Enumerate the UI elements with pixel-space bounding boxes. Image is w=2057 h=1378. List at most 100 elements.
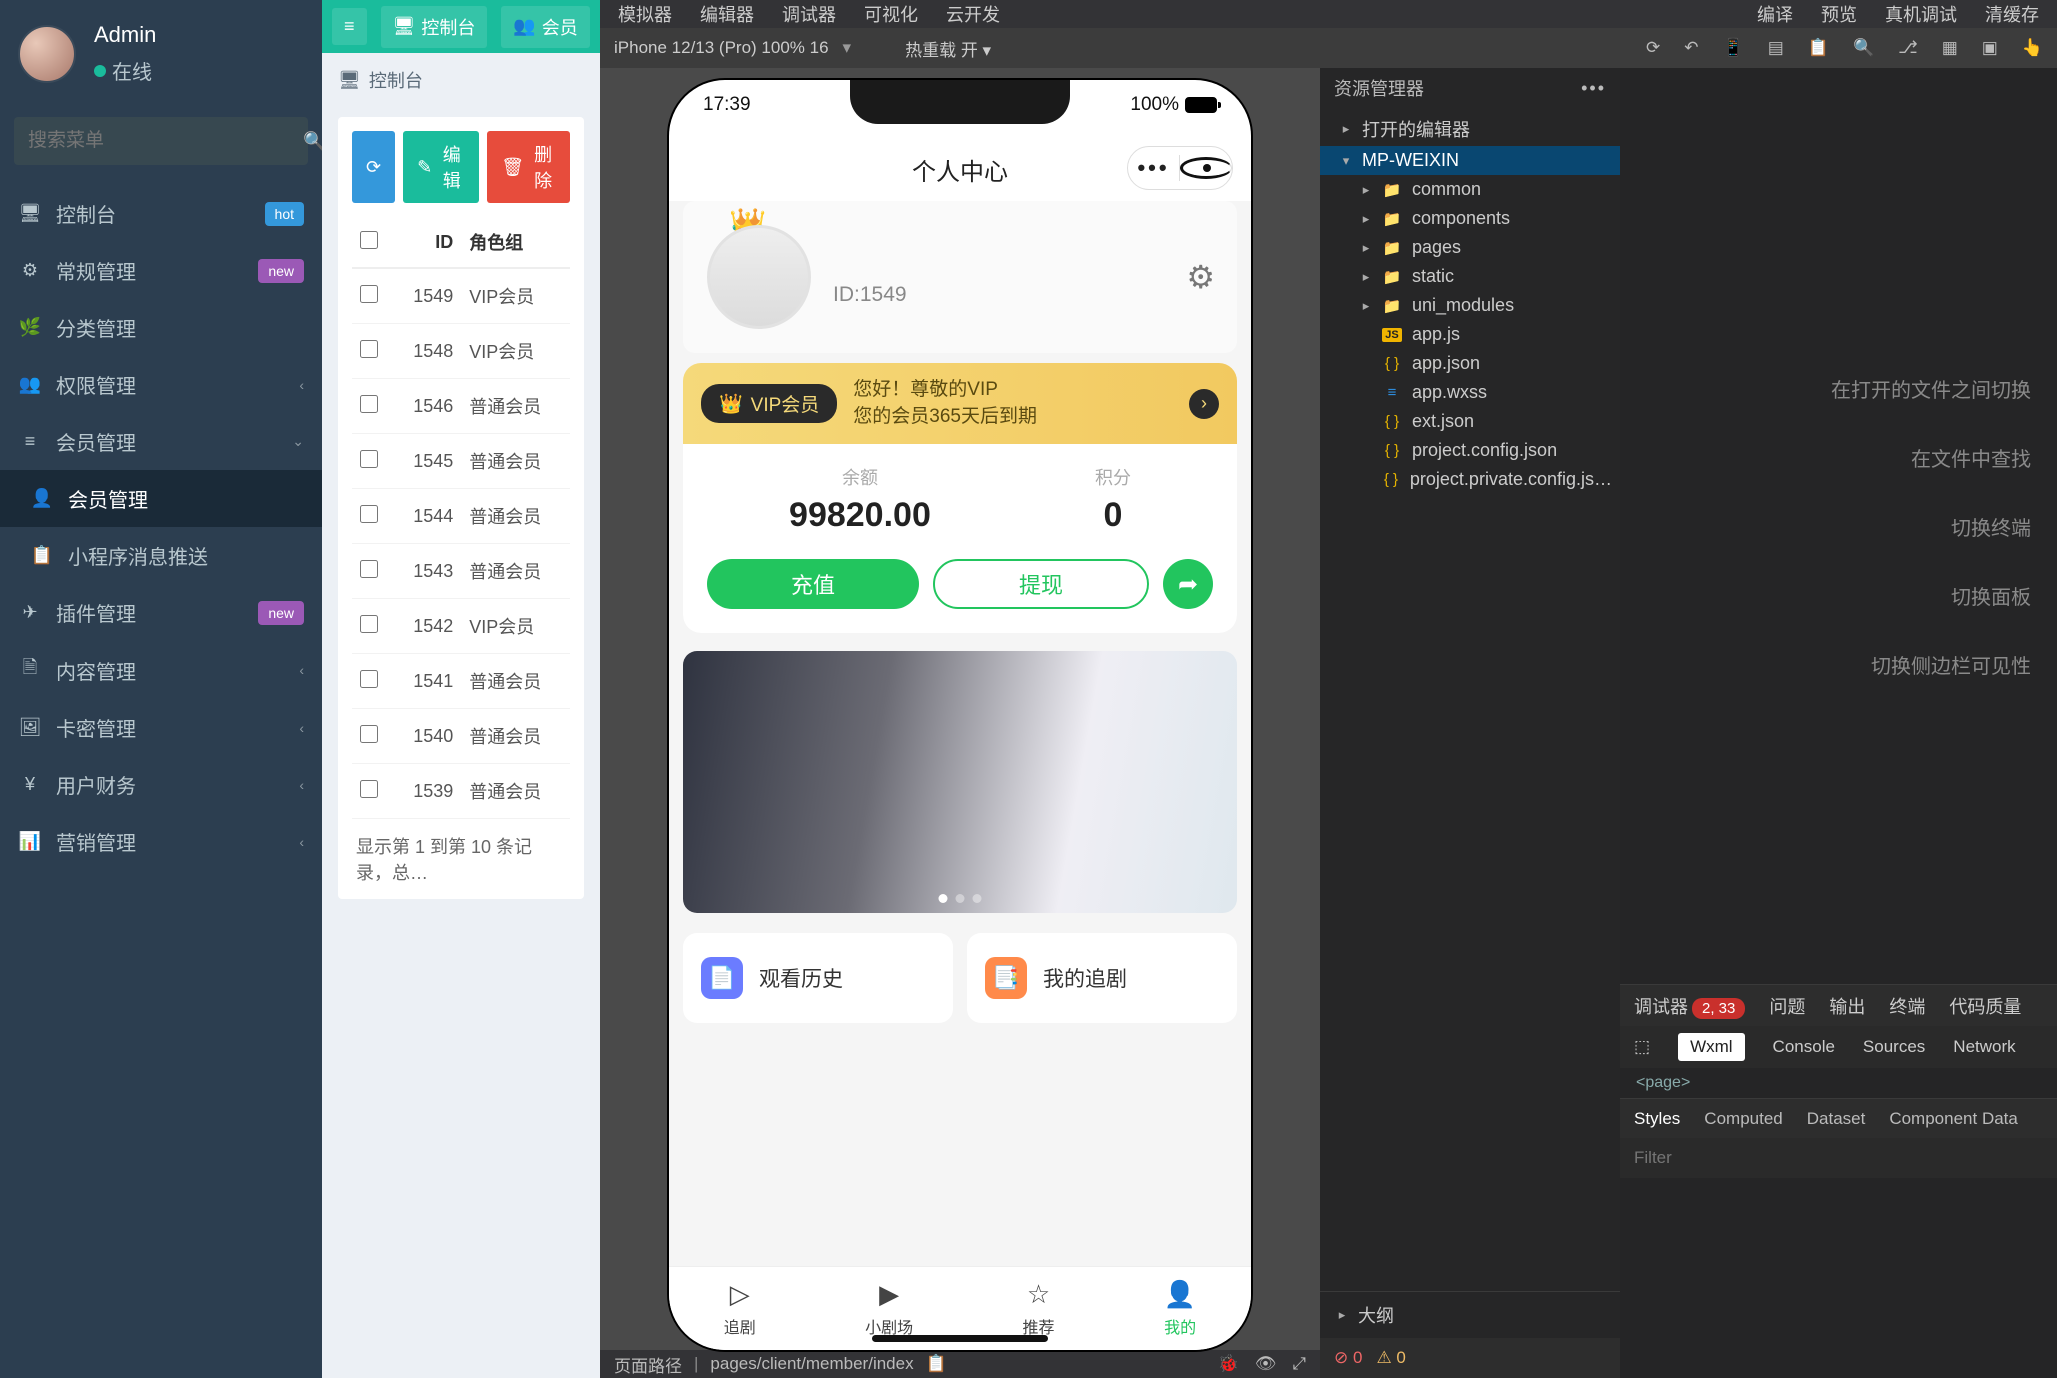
recharge-button[interactable]: 充值 xyxy=(707,559,919,609)
sidebar-item[interactable]: 👤会员管理 xyxy=(0,470,322,527)
edit-button[interactable]: ✎ 编辑 xyxy=(403,131,479,203)
menu-visual[interactable]: 可视化 xyxy=(864,0,918,27)
back-icon[interactable]: ↶ xyxy=(1684,38,1698,58)
withdraw-button[interactable]: 提现 xyxy=(933,559,1149,609)
tile-follow[interactable]: 📑我的追剧 xyxy=(967,933,1237,1023)
outline-section[interactable]: ▸大纲 xyxy=(1320,1291,1620,1338)
tab-dashboard[interactable]: 🖥 控制台 xyxy=(381,6,488,48)
table-row[interactable]: 1548VIP会员 xyxy=(352,324,570,379)
folder-static[interactable]: ▸📁static xyxy=(1320,262,1620,291)
tab-debugger[interactable]: 调试器2, 33 xyxy=(1634,993,1745,1019)
col-id[interactable]: ID xyxy=(392,217,461,268)
capsule-close-icon[interactable] xyxy=(1180,157,1232,179)
table-row[interactable]: 1541普通会员 xyxy=(352,654,570,709)
grid-icon[interactable]: ▦ xyxy=(1942,38,1958,58)
menu-simulator[interactable]: 模拟器 xyxy=(618,0,672,27)
sidebar-item[interactable]: 🖼卡密管理‹ xyxy=(0,699,322,756)
file-ext-json[interactable]: { }ext.json xyxy=(1320,407,1620,436)
file-project-private[interactable]: { }project.private.config.js… xyxy=(1320,465,1620,494)
bug-icon[interactable]: 🐞 xyxy=(1218,1354,1239,1374)
styles-filter-input[interactable] xyxy=(1620,1138,2057,1178)
sidebar-item[interactable]: ✈插件管理new xyxy=(0,584,322,641)
menu-real-device[interactable]: 真机调试 xyxy=(1885,0,1957,27)
refresh-button[interactable]: ⟳ xyxy=(352,131,395,203)
tab-item[interactable]: 👤我的 xyxy=(1164,1279,1196,1338)
tab-member[interactable]: 👥 会员 xyxy=(501,6,589,48)
hot-reload[interactable]: 热重载 开 ▾ xyxy=(905,36,991,61)
table-row[interactable]: 1543普通会员 xyxy=(352,544,570,599)
sidebar-item[interactable]: 📊营销管理‹ xyxy=(0,813,322,870)
sidebar-item[interactable]: ⚙常规管理new xyxy=(0,242,322,299)
delete-button[interactable]: 🗑 删除 xyxy=(487,131,570,203)
menu-search[interactable]: 🔍 xyxy=(14,117,308,165)
row-checkbox[interactable] xyxy=(360,395,378,413)
share-icon[interactable]: ➦ xyxy=(1163,559,1213,609)
file-project-config[interactable]: { }project.config.json xyxy=(1320,436,1620,465)
menu-compile[interactable]: 编译 xyxy=(1757,0,1793,27)
tab-item[interactable]: ▶小剧场 xyxy=(865,1279,913,1338)
tab-computed[interactable]: Computed xyxy=(1704,1109,1782,1129)
phone-icon[interactable]: 📱 xyxy=(1723,38,1744,58)
row-checkbox[interactable] xyxy=(360,615,378,633)
layout-icon[interactable]: ▤ xyxy=(1768,38,1784,58)
tab-code-quality[interactable]: 代码质量 xyxy=(1949,993,2021,1019)
search-ide-icon[interactable]: 🔍 xyxy=(1853,38,1874,58)
tab-console[interactable]: Console xyxy=(1773,1037,1835,1057)
sidebar-item[interactable]: ≡会员管理⌄ xyxy=(0,413,322,470)
row-checkbox[interactable] xyxy=(360,560,378,578)
menu-editor[interactable]: 编辑器 xyxy=(700,0,754,27)
sidebar-item[interactable]: 🌿分类管理 xyxy=(0,299,322,356)
tab-terminal[interactable]: 终端 xyxy=(1889,993,1925,1019)
banner[interactable] xyxy=(683,651,1237,913)
menu-cloud[interactable]: 云开发 xyxy=(946,0,1000,27)
warn-count-icon[interactable]: ⚠ 0 xyxy=(1376,1348,1405,1368)
user-avatar[interactable] xyxy=(707,225,811,329)
vip-bar[interactable]: 👑 VIP会员 您好！尊敬的VIP 您的会员365天后到期 › xyxy=(683,363,1237,444)
sidebar-item[interactable]: ¥用户财务‹ xyxy=(0,756,322,813)
folder-uni-modules[interactable]: ▸📁uni_modules xyxy=(1320,291,1620,320)
tab-wxml[interactable]: Wxml xyxy=(1678,1033,1744,1061)
copy-path-icon[interactable]: 📋 xyxy=(926,1354,947,1374)
copy-icon[interactable]: 📋 xyxy=(1808,38,1829,58)
col-role[interactable]: 角色组 xyxy=(461,217,570,268)
panel-more-icon[interactable]: ••• xyxy=(1581,78,1606,99)
app-capsule[interactable]: ••• xyxy=(1127,146,1233,190)
file-app-wxss[interactable]: ≡app.wxss xyxy=(1320,378,1620,407)
menu-clear-cache[interactable]: 清缓存 xyxy=(1985,0,2039,27)
gesture-icon[interactable]: 👆 xyxy=(2022,38,2043,58)
tab-output[interactable]: 输出 xyxy=(1829,993,1865,1019)
device-selector[interactable]: iPhone 12/13 (Pro) 100% 16 xyxy=(614,38,829,58)
table-row[interactable]: 1539普通会员 xyxy=(352,764,570,819)
sidebar-item[interactable]: 👥权限管理‹ xyxy=(0,356,322,413)
table-row[interactable]: 1540普通会员 xyxy=(352,709,570,764)
inspect-icon[interactable]: ⬚ xyxy=(1634,1037,1650,1057)
menu-debugger[interactable]: 调试器 xyxy=(782,0,836,27)
table-row[interactable]: 1546普通会员 xyxy=(352,379,570,434)
search-icon[interactable]: 🔍 xyxy=(287,131,322,152)
open-editors[interactable]: ▸打开的编辑器 xyxy=(1320,112,1620,146)
tab-item[interactable]: ☆推荐 xyxy=(1023,1279,1055,1338)
avatar[interactable] xyxy=(18,25,76,83)
table-row[interactable]: 1545普通会员 xyxy=(352,434,570,489)
tab-styles[interactable]: Styles xyxy=(1634,1109,1680,1129)
folder-common[interactable]: ▸📁common xyxy=(1320,175,1620,204)
eye-icon[interactable]: 👁 xyxy=(1255,1354,1277,1374)
gear-icon[interactable]: ⚙ xyxy=(1186,258,1215,296)
capsule-menu-icon[interactable]: ••• xyxy=(1128,155,1180,181)
table-row[interactable]: 1542VIP会员 xyxy=(352,599,570,654)
tab-dataset[interactable]: Dataset xyxy=(1807,1109,1866,1129)
expand-icon[interactable]: ⤢ xyxy=(1292,1354,1306,1374)
row-checkbox[interactable] xyxy=(360,780,378,798)
error-count-icon[interactable]: ⊘ 0 xyxy=(1334,1348,1362,1368)
refresh-icon[interactable]: ⟳ xyxy=(1646,38,1660,58)
file-app-js[interactable]: JSapp.js xyxy=(1320,320,1620,349)
tab-network[interactable]: Network xyxy=(1953,1037,2015,1057)
sidebar-item[interactable]: 🗎内容管理‹ xyxy=(0,641,322,699)
file-app-json[interactable]: { }app.json xyxy=(1320,349,1620,378)
row-checkbox[interactable] xyxy=(360,285,378,303)
window-icon[interactable]: ▣ xyxy=(1982,38,1998,58)
tab-issues[interactable]: 问题 xyxy=(1769,993,1805,1019)
row-checkbox[interactable] xyxy=(360,725,378,743)
root-folder[interactable]: ▾MP-WEIXIN xyxy=(1320,146,1620,175)
tab-item[interactable]: ▷追剧 xyxy=(724,1279,756,1338)
